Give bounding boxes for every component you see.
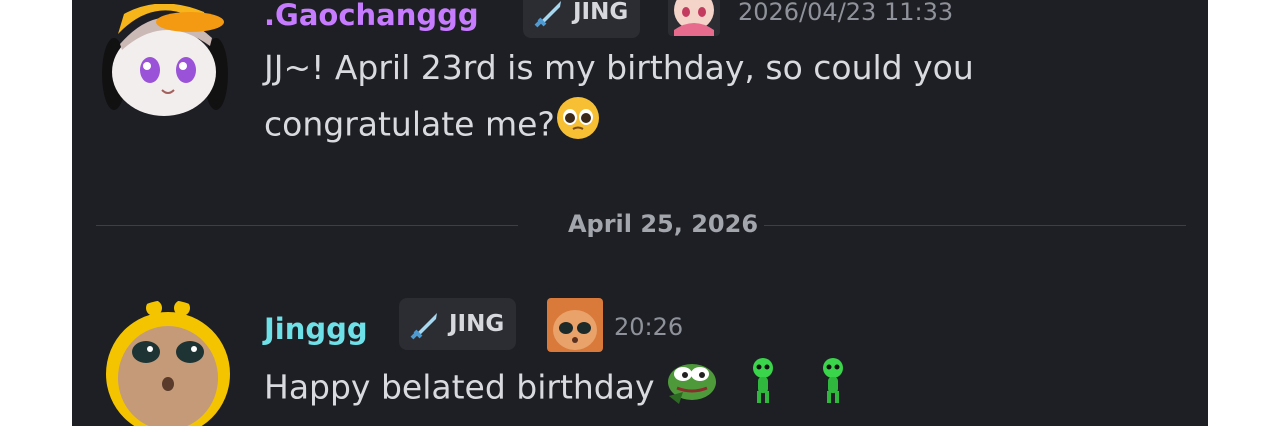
message-line: congratulate me? (264, 104, 555, 144)
role-badge-label: JING (449, 311, 505, 337)
message-content: Happy belated birthday (264, 356, 848, 422)
timestamp: 20:26 (614, 313, 684, 341)
date-divider: April 25, 2026 (567, 210, 759, 238)
green-alien-emoji (818, 357, 848, 421)
author-name[interactable]: Jinggg (264, 312, 368, 346)
user-badge-emoji (668, 0, 720, 36)
sword-icon (534, 1, 561, 28)
pleading-face-icon (556, 97, 599, 139)
role-badge[interactable]: JING (399, 298, 517, 350)
sword-icon (410, 313, 437, 340)
timestamp: 2026/04/23 11:33 (738, 0, 954, 26)
author-name[interactable]: .Gaochanggg (264, 0, 479, 32)
cat-avatar-icon (106, 300, 230, 426)
pepe-frog-emoji (665, 356, 719, 422)
cat-face-icon (547, 298, 603, 352)
chat-panel: .Gaochanggg JING 2026/04/23 11:33 JJ~! A… (72, 0, 1208, 426)
message-content: JJ~! April 23rd is my birthday, so could… (264, 40, 974, 157)
role-badge-label: JING (573, 0, 629, 25)
green-alien-icon (752, 358, 773, 403)
green-alien-emoji (748, 357, 778, 421)
message-line: JJ~! April 23rd is my birthday, so could… (264, 48, 974, 87)
anime-face-icon (668, 0, 720, 36)
divider-line-left (96, 225, 518, 226)
user-badge-emoji (547, 298, 603, 352)
anime-girl-duck-hat-icon (102, 4, 228, 116)
avatar[interactable] (106, 300, 230, 426)
message-line-wrap: congratulate me? (264, 95, 974, 157)
green-alien-icon (823, 358, 844, 403)
pleading-face-emoji (555, 95, 601, 157)
message-line: Happy belated birthday (264, 367, 655, 407)
pepe-frog-icon (668, 364, 717, 404)
divider-line-right (764, 225, 1186, 226)
avatar[interactable] (100, 4, 230, 116)
role-badge[interactable]: JING (523, 0, 641, 38)
